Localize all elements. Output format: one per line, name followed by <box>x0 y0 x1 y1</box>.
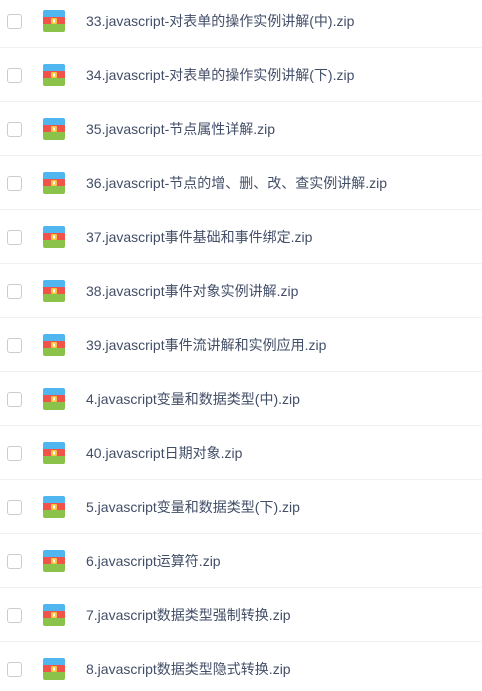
zip-archive-icon <box>42 225 66 249</box>
file-row[interactable]: 34.javascript-对表单的操作实例讲解(下).zip <box>0 48 482 102</box>
file-row[interactable]: 5.javascript变量和数据类型(下).zip <box>0 480 482 534</box>
file-checkbox[interactable] <box>7 283 22 299</box>
file-checkbox[interactable] <box>7 175 22 191</box>
file-checkbox[interactable] <box>7 553 22 569</box>
file-name[interactable]: 38.javascript事件对象实例讲解.zip <box>86 281 298 301</box>
file-row[interactable]: 33.javascript-对表单的操作实例讲解(中).zip <box>0 0 482 48</box>
zip-archive-icon <box>42 495 66 519</box>
zip-archive-icon <box>42 9 66 33</box>
file-row[interactable]: 6.javascript运算符.zip <box>0 534 482 588</box>
file-row[interactable]: 38.javascript事件对象实例讲解.zip <box>0 264 482 318</box>
file-list: 33.javascript-对表单的操作实例讲解(中).zip 34.javasc… <box>0 0 482 691</box>
file-checkbox[interactable] <box>7 499 22 515</box>
file-name[interactable]: 40.javascript日期对象.zip <box>86 443 242 463</box>
file-name[interactable]: 7.javascript数据类型强制转换.zip <box>86 605 291 625</box>
file-row[interactable]: 37.javascript事件基础和事件绑定.zip <box>0 210 482 264</box>
zip-archive-icon <box>42 63 66 87</box>
file-name[interactable]: 8.javascript数据类型隐式转换.zip <box>86 659 291 679</box>
file-checkbox[interactable] <box>7 337 22 353</box>
zip-archive-icon <box>42 441 66 465</box>
file-row[interactable]: 7.javascript数据类型强制转换.zip <box>0 588 482 642</box>
zip-archive-icon <box>42 117 66 141</box>
file-name[interactable]: 34.javascript-对表单的操作实例讲解(下).zip <box>86 65 354 85</box>
zip-archive-icon <box>42 657 66 681</box>
file-name[interactable]: 36.javascript-节点的增、删、改、查实例讲解.zip <box>86 173 387 193</box>
file-row[interactable]: 36.javascript-节点的增、删、改、查实例讲解.zip <box>0 156 482 210</box>
file-name[interactable]: 6.javascript运算符.zip <box>86 551 221 571</box>
zip-archive-icon <box>42 549 66 573</box>
file-name[interactable]: 4.javascript变量和数据类型(中).zip <box>86 389 300 409</box>
file-row[interactable]: 40.javascript日期对象.zip <box>0 426 482 480</box>
file-name[interactable]: 5.javascript变量和数据类型(下).zip <box>86 497 300 517</box>
zip-archive-icon <box>42 387 66 411</box>
file-checkbox[interactable] <box>7 391 22 407</box>
file-checkbox[interactable] <box>7 13 22 29</box>
zip-archive-icon <box>42 603 66 627</box>
file-checkbox[interactable] <box>7 121 22 137</box>
file-name[interactable]: 39.javascript事件流讲解和实例应用.zip <box>86 335 326 355</box>
file-name[interactable]: 33.javascript-对表单的操作实例讲解(中).zip <box>86 11 354 31</box>
file-row[interactable]: 8.javascript数据类型隐式转换.zip <box>0 642 482 691</box>
zip-archive-icon <box>42 333 66 357</box>
file-checkbox[interactable] <box>7 67 22 83</box>
file-name[interactable]: 35.javascript-节点属性详解.zip <box>86 119 275 139</box>
file-checkbox[interactable] <box>7 445 22 461</box>
file-checkbox[interactable] <box>7 661 22 677</box>
zip-archive-icon <box>42 279 66 303</box>
file-row[interactable]: 39.javascript事件流讲解和实例应用.zip <box>0 318 482 372</box>
zip-archive-icon <box>42 171 66 195</box>
file-row[interactable]: 4.javascript变量和数据类型(中).zip <box>0 372 482 426</box>
file-checkbox[interactable] <box>7 229 22 245</box>
file-checkbox[interactable] <box>7 607 22 623</box>
file-name[interactable]: 37.javascript事件基础和事件绑定.zip <box>86 227 312 247</box>
file-row[interactable]: 35.javascript-节点属性详解.zip <box>0 102 482 156</box>
